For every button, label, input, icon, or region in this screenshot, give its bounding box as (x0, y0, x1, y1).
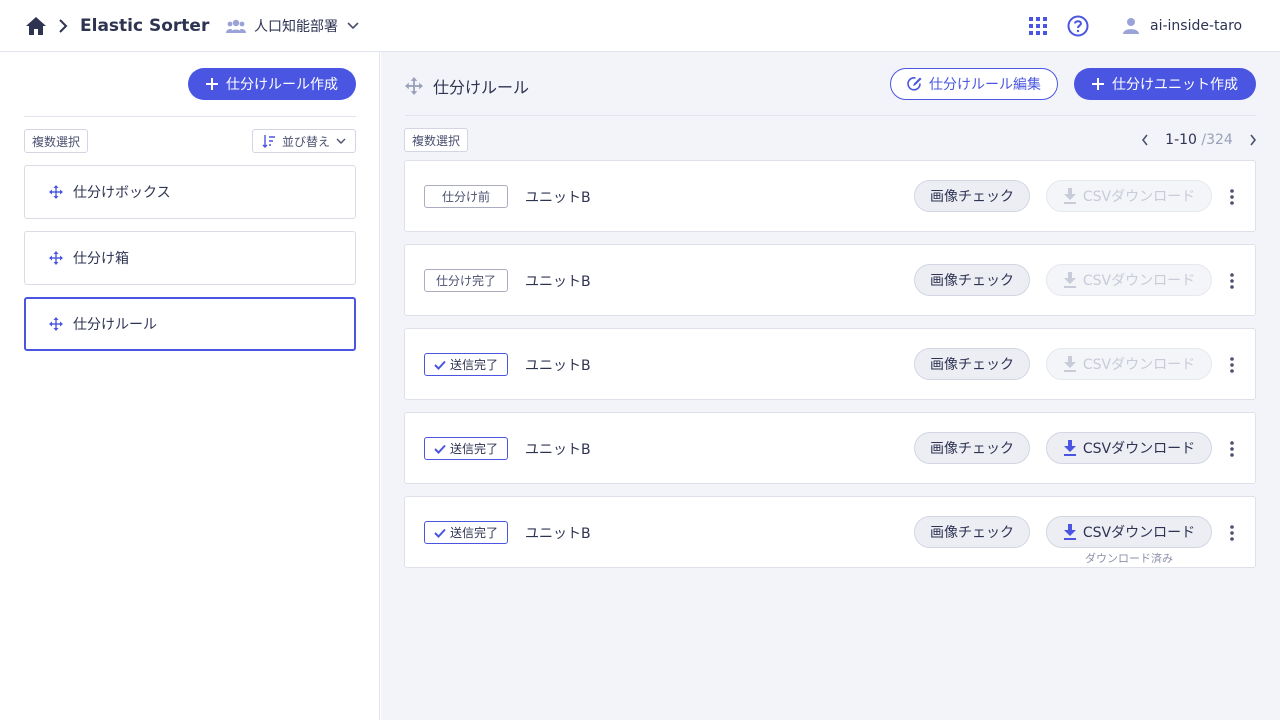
image-check-button[interactable]: 画像チェック (914, 516, 1030, 548)
sort-icon (262, 134, 276, 148)
page-title-text: 仕分けルール (433, 78, 530, 97)
user-icon (1122, 17, 1140, 35)
more-vert-icon[interactable] (1224, 438, 1240, 460)
csv-download-label: CSVダウンロード (1082, 273, 1196, 289)
download-icon (1063, 272, 1077, 288)
create-unit-label: 仕分けユニット作成 (1112, 77, 1238, 93)
department-selector[interactable]: 人口知能部署 (226, 13, 360, 39)
department-label: 人口知能部署 (254, 19, 338, 35)
breadcrumb-chevron-icon (58, 19, 68, 33)
create-unit-button[interactable]: 仕分けユニット作成 (1074, 68, 1256, 100)
download-icon (1063, 524, 1077, 540)
downloaded-note: ダウンロード済み (1085, 552, 1173, 565)
divider (405, 115, 1256, 116)
move-icon (405, 77, 423, 95)
page-range: 1-10 (1165, 132, 1197, 148)
unit-row[interactable]: 仕分け完了 ユニットB 画像チェック CSVダウンロード (404, 244, 1256, 316)
edit-rule-button[interactable]: 仕分けルール編集 (890, 68, 1058, 100)
download-icon (1063, 440, 1077, 456)
move-icon (49, 185, 63, 199)
multi-select-button[interactable]: 複数選択 (404, 128, 468, 152)
unit-name: ユニットB (525, 358, 591, 374)
edit-rule-label: 仕分けルール編集 (929, 77, 1041, 93)
status-badge: 仕分け完了 (424, 269, 508, 292)
status-label: 送信完了 (449, 358, 498, 372)
pagination: 1-10 /324 (1141, 129, 1257, 151)
unit-row[interactable]: 仕分け前 ユニットB 画像チェック CSVダウンロード (404, 160, 1256, 232)
more-vert-icon[interactable] (1224, 270, 1240, 292)
status-badge: 仕分け前 (424, 185, 508, 208)
status-label: 送信完了 (449, 526, 498, 540)
top-header: Elastic Sorter 人口知能部署 ai-inside-taro (0, 0, 1280, 52)
divider (24, 116, 356, 117)
group-icon (226, 18, 246, 34)
rule-item-selected[interactable]: 仕分けルール (24, 297, 356, 351)
user-menu[interactable]: ai-inside-taro (1122, 15, 1242, 37)
rule-item[interactable]: 仕分けボックス (24, 165, 356, 219)
unit-row[interactable]: 送信完了 ユニットB 画像チェック CSVダウンロード (404, 412, 1256, 484)
image-check-button[interactable]: 画像チェック (914, 264, 1030, 296)
unit-row[interactable]: 送信完了 ユニットB 画像チェック CSVダウンロード (404, 328, 1256, 400)
check-icon (434, 528, 446, 538)
status-badge: 送信完了 (424, 521, 508, 544)
check-icon (434, 360, 446, 370)
edit-icon (907, 76, 923, 92)
chevron-left-icon[interactable] (1141, 134, 1149, 146)
plus-icon (206, 78, 218, 90)
check-icon (434, 444, 446, 454)
csv-download-label: CSVダウンロード (1082, 189, 1196, 205)
csv-download-button[interactable]: CSVダウンロード (1046, 516, 1212, 548)
image-check-button[interactable]: 画像チェック (914, 348, 1030, 380)
sort-label: 並び替え (281, 134, 330, 149)
csv-download-label: CSVダウンロード (1082, 525, 1196, 541)
user-name: ai-inside-taro (1150, 18, 1243, 34)
page-title: 仕分けルール (405, 74, 529, 98)
page-total: /324 (1201, 132, 1233, 148)
apps-grid-icon[interactable] (1029, 17, 1047, 35)
plus-icon (1092, 78, 1104, 90)
status-label: 仕分け完了 (435, 274, 496, 288)
csv-download-button[interactable]: CSVダウンロード (1046, 264, 1212, 296)
csv-download-button[interactable]: CSVダウンロード (1046, 432, 1212, 464)
unit-name: ユニットB (525, 526, 591, 542)
status-label: 仕分け前 (441, 190, 490, 204)
create-rule-button[interactable]: 仕分けルール作成 (188, 68, 356, 100)
status-badge: 送信完了 (424, 353, 508, 376)
csv-download-label: CSVダウンロード (1082, 441, 1196, 457)
rule-item-label: 仕分けルール (73, 317, 157, 333)
unit-row[interactable]: 送信完了 ユニットB 画像チェック CSVダウンロード ダウンロード済み (404, 496, 1256, 568)
chevron-down-icon (336, 137, 346, 145)
rule-item-label: 仕分けボックス (73, 185, 171, 201)
csv-download-label: CSVダウンロード (1082, 357, 1196, 373)
rule-item-label: 仕分け箱 (73, 251, 129, 267)
help-icon[interactable] (1067, 15, 1089, 37)
unit-name: ユニットB (525, 190, 591, 206)
unit-name: ユニットB (525, 442, 591, 458)
rule-list-panel: 仕分けルール作成 複数選択 並び替え 仕分けボックス 仕分け箱 仕分けルール (0, 52, 380, 720)
csv-download-button[interactable]: CSVダウンロード (1046, 348, 1212, 380)
move-icon (49, 251, 63, 265)
image-check-button[interactable]: 画像チェック (914, 180, 1030, 212)
rule-item[interactable]: 仕分け箱 (24, 231, 356, 285)
download-icon (1063, 188, 1077, 204)
status-badge: 送信完了 (424, 437, 508, 460)
more-vert-icon[interactable] (1224, 186, 1240, 208)
chevron-right-icon[interactable] (1249, 134, 1257, 146)
download-icon (1063, 356, 1077, 372)
multi-select-button[interactable]: 複数選択 (24, 129, 88, 153)
home-icon[interactable] (25, 16, 47, 36)
unit-name: ユニットB (525, 274, 591, 290)
status-label: 送信完了 (449, 442, 498, 456)
image-check-button[interactable]: 画像チェック (914, 432, 1030, 464)
more-vert-icon[interactable] (1224, 522, 1240, 544)
more-vert-icon[interactable] (1224, 354, 1240, 376)
chevron-down-icon (346, 21, 360, 31)
move-icon (49, 317, 63, 331)
csv-download-button[interactable]: CSVダウンロード (1046, 180, 1212, 212)
app-title: Elastic Sorter (80, 16, 210, 36)
sort-button[interactable]: 並び替え (252, 129, 356, 153)
create-rule-label: 仕分けルール作成 (226, 77, 338, 93)
unit-list-panel: 仕分けルール 仕分けルール編集 仕分けユニット作成 複数選択 1-10 /324 (381, 52, 1280, 720)
